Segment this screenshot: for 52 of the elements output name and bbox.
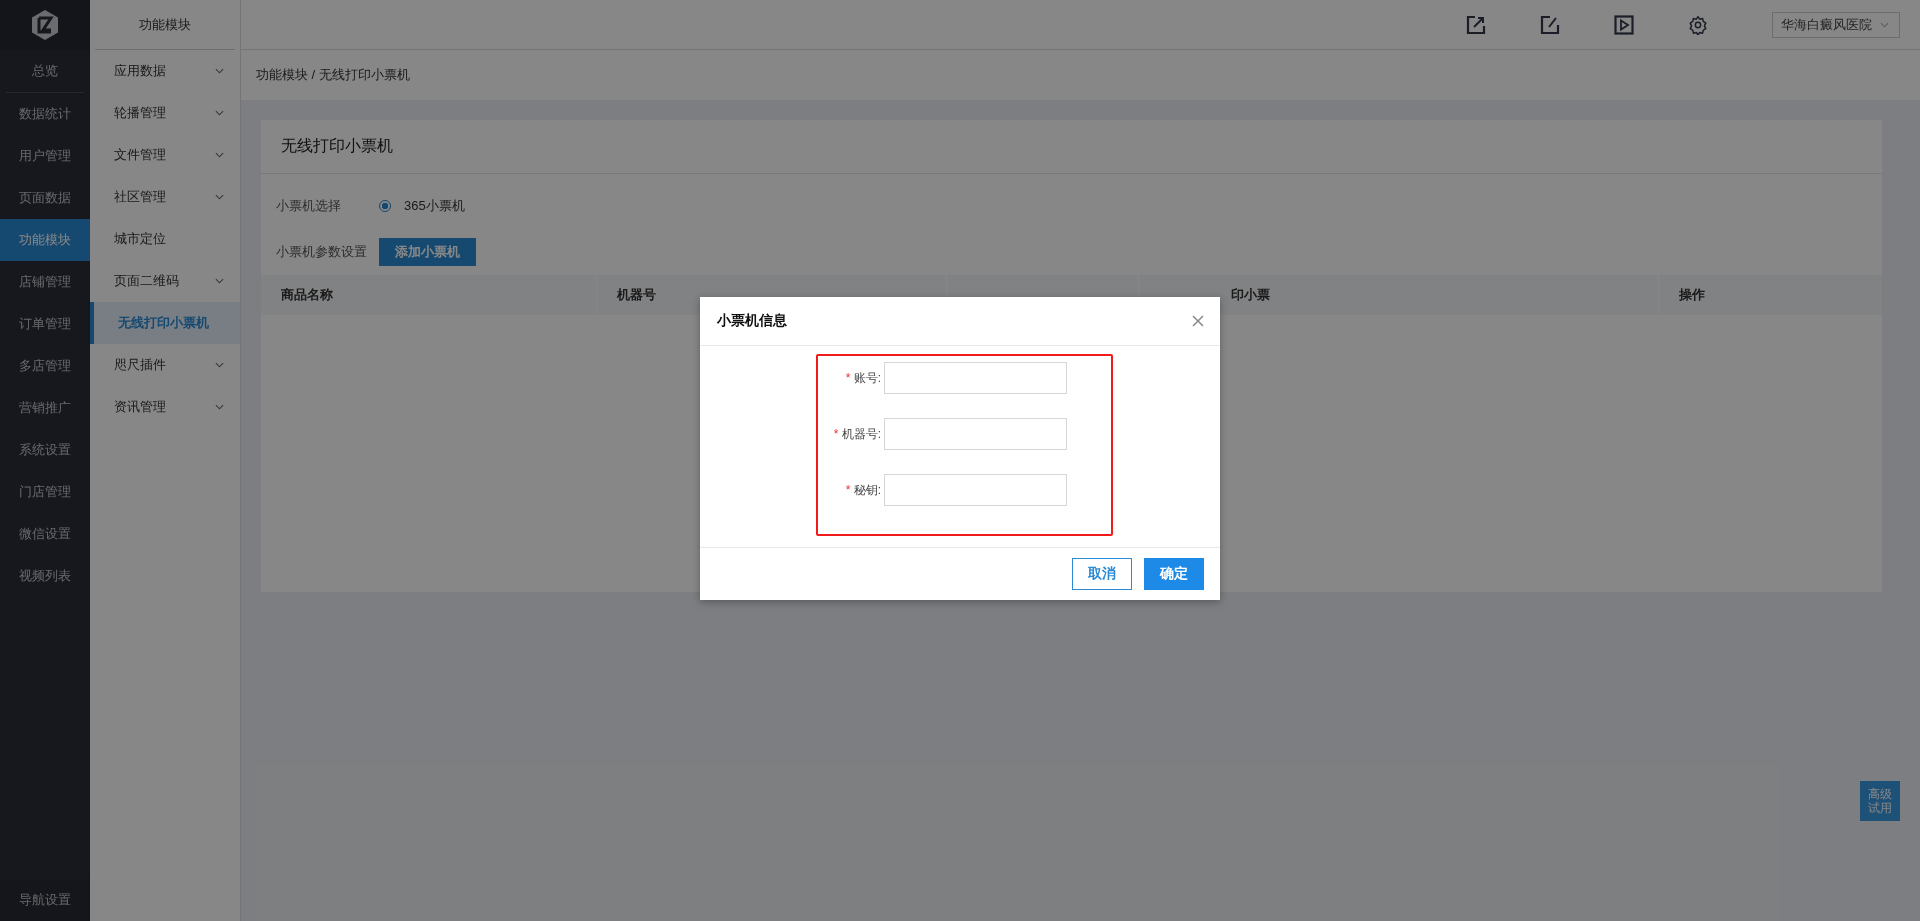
nav-item[interactable]: 功能模块 <box>0 219 90 261</box>
trial-badge[interactable]: 高级试用 <box>1860 781 1900 821</box>
nav-item[interactable]: 视频列表 <box>0 555 90 597</box>
card-title: 无线打印小票机 <box>281 136 393 156</box>
submenu-item[interactable]: 页面二维码 <box>90 260 240 302</box>
nav-item[interactable]: 数据统计 <box>0 93 90 135</box>
add-printer-button[interactable]: 添加小票机 <box>379 238 476 266</box>
submenu-item[interactable]: 无线打印小票机 <box>90 302 240 344</box>
nav-item[interactable]: 微信设置 <box>0 513 90 555</box>
submenu-item[interactable]: 轮播管理 <box>90 92 240 134</box>
column-header: 商品名称 <box>281 286 333 304</box>
cancel-button[interactable]: 取消 <box>1072 558 1132 590</box>
field-label: * 账号: <box>844 370 882 387</box>
radio-button[interactable] <box>379 200 391 212</box>
play-icon[interactable] <box>1614 14 1634 35</box>
submenu-title: 功能模块 <box>95 0 235 50</box>
confirm-button[interactable]: 确定 <box>1144 558 1204 590</box>
logo-icon <box>30 9 60 41</box>
input-field[interactable] <box>884 474 1067 506</box>
field-label: * 秘钥: <box>844 482 882 499</box>
column-header: 机器号 <box>617 286 656 304</box>
submenu-item[interactable]: 文件管理 <box>90 134 240 176</box>
nav-item[interactable]: 多店管理 <box>0 345 90 387</box>
submenu-item[interactable]: 咫尺插件 <box>90 344 240 386</box>
hospital-select[interactable]: 华海白癜风医院 <box>1772 11 1900 38</box>
input-field[interactable] <box>884 418 1067 450</box>
submenu-item[interactable]: 城市定位 <box>90 218 240 260</box>
nav-item[interactable]: 订单管理 <box>0 303 90 345</box>
column-header: 印小票 <box>1231 286 1270 304</box>
settings-icon[interactable] <box>1688 14 1708 35</box>
nav-item[interactable]: 总览 <box>6 50 84 93</box>
submenu-item[interactable]: 社区管理 <box>90 176 240 218</box>
field-label: * 机器号: <box>832 426 882 443</box>
nav-item[interactable]: 用户管理 <box>0 135 90 177</box>
column-header: 操作 <box>1679 286 1705 304</box>
breadcrumb: 功能模块 / 无线打印小票机 <box>256 66 410 84</box>
chevron-down-icon <box>1880 21 1889 28</box>
nav-item[interactable]: 营销推广 <box>0 387 90 429</box>
nav-item[interactable]: 系统设置 <box>0 429 90 471</box>
form-label: 小票机参数设置 <box>276 243 368 261</box>
edit-icon[interactable] <box>1540 14 1560 35</box>
close-icon[interactable] <box>1192 315 1204 327</box>
external-link-icon[interactable] <box>1466 14 1486 35</box>
nav-item[interactable]: 门店管理 <box>0 471 90 513</box>
dialog-title: 小票机信息 <box>717 312 787 330</box>
submenu-item[interactable]: 应用数据 <box>90 50 240 92</box>
form-label: 小票机选择 <box>276 197 342 215</box>
nav-item[interactable]: 页面数据 <box>0 177 90 219</box>
radio-label[interactable]: 365小票机 <box>404 197 465 215</box>
nav-item[interactable]: 店铺管理 <box>0 261 90 303</box>
submenu-item[interactable]: 资讯管理 <box>90 386 240 428</box>
input-field[interactable] <box>884 362 1067 394</box>
